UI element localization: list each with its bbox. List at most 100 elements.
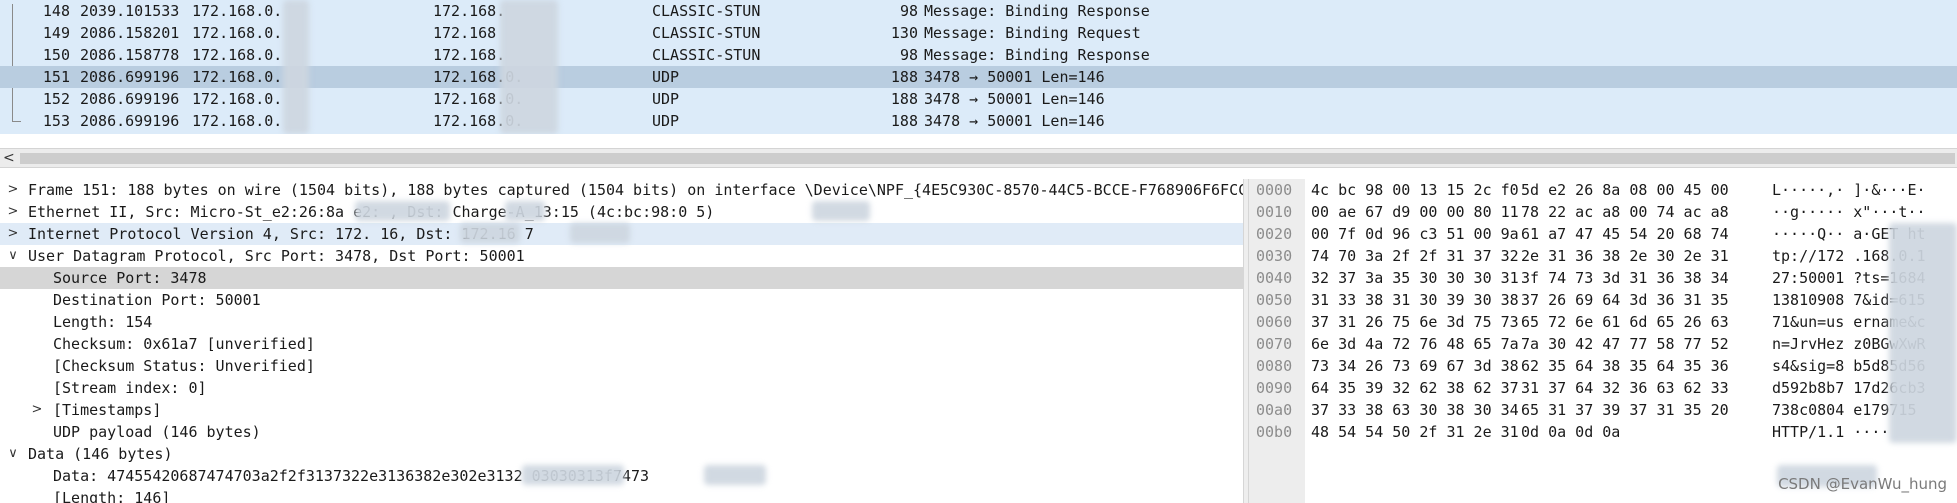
hex-row[interactable]: 0000 4c bc 98 00 13 15 2c f0 5d e2 26 8a 0… [1249, 179, 1957, 201]
hex-row[interactable]: 0020 00 7f 0d 96 c3 51 00 9a 61 a7 47 45 5… [1249, 223, 1957, 245]
hex-row[interactable]: 0090 64 35 39 32 62 38 62 37 31 37 64 32 3… [1249, 377, 1957, 399]
packet-details-pane: > Frame 151: 188 bytes on wire (1504 bits… [0, 179, 1243, 503]
hex-row[interactable]: 00a0 37 33 38 63 30 38 30 34 65 31 37 39 3… [1249, 399, 1957, 421]
packet-time: 2039.101533 [80, 2, 180, 20]
expand-toggle-icon[interactable]: > [6, 179, 20, 201]
detail-text: [Timestamps] [53, 401, 162, 419]
expand-toggle-icon[interactable]: > [30, 399, 44, 421]
packet-number: 153 [42, 112, 70, 130]
packet-time: 2086.699196 [80, 90, 180, 108]
hex-bytes-left: 31 33 38 31 30 39 30 38 [1311, 291, 1519, 309]
detail-text: UDP payload (146 bytes) [53, 423, 261, 441]
detail-text: Checksum: 0x61a7 [unverified] [53, 335, 315, 353]
packet-number: 148 [42, 2, 70, 20]
detail-row[interactable]: Checksum: 0x61a7 [unverified] [0, 333, 1243, 355]
hex-bytes-left: 00 ae 67 d9 00 00 80 11 [1311, 203, 1519, 221]
packet-info: 3478 → 50001 Len=146 [924, 112, 1105, 130]
hex-offset: 0090 [1256, 379, 1293, 397]
detail-row[interactable]: Length: 154 [0, 311, 1243, 333]
redaction-blur [500, 0, 558, 134]
detail-row[interactable]: ∨ User Datagram Protocol, Src Port: 3478,… [0, 245, 1243, 267]
expand-toggle-icon[interactable]: ∨ [6, 245, 20, 267]
packet-bytes-pane: 0000 4c bc 98 00 13 15 2c f0 5d e2 26 8a 0… [1249, 179, 1957, 503]
hex-bytes-right: 7a 30 42 47 77 58 77 52 [1521, 335, 1729, 353]
hex-row[interactable]: 00b0 48 54 54 50 2f 31 2e 31 0d 0a 0d 0a HT… [1249, 421, 1957, 443]
hex-bytes-right: 65 31 37 39 37 31 35 20 [1521, 401, 1729, 419]
hex-offset: 0030 [1256, 247, 1293, 265]
hex-row[interactable]: 0080 73 34 26 73 69 67 3d 38 62 35 64 38 3… [1249, 355, 1957, 377]
hex-bytes-left: 74 70 3a 2f 2f 31 37 32 [1311, 247, 1519, 265]
detail-text: Data (146 bytes) [28, 445, 173, 463]
detail-row[interactable]: > Frame 151: 188 bytes on wire (1504 bits… [0, 179, 1243, 201]
expand-toggle-icon[interactable]: ∨ [6, 443, 20, 465]
scrollbar-thumb[interactable] [20, 153, 1955, 164]
packet-protocol: CLASSIC-STUN [652, 24, 761, 42]
hex-row[interactable]: 0040 32 37 3a 35 30 30 30 31 3f 74 73 3d 3… [1249, 267, 1957, 289]
packet-protocol: UDP [652, 112, 680, 130]
packet-number: 151 [42, 68, 70, 86]
hex-bytes-right: 61 a7 47 45 54 20 68 74 [1521, 225, 1729, 243]
detail-text: User Datagram Protocol, Src Port: 3478, … [28, 247, 525, 265]
hex-row[interactable]: 0010 00 ae 67 d9 00 00 80 11 78 22 ac a8 0… [1249, 201, 1957, 223]
packet-time: 2086.699196 [80, 68, 180, 86]
watermark: CSDN @EvanWu_hung [1778, 475, 1947, 493]
packet-number: 149 [42, 24, 70, 42]
redaction-blur [704, 465, 766, 485]
detail-text: Length: 154 [53, 313, 153, 331]
detail-row[interactable]: Destination Port: 50001 [0, 289, 1243, 311]
packet-time: 2086.158201 [80, 24, 180, 42]
hex-offset: 00a0 [1256, 401, 1293, 419]
detail-row[interactable]: Source Port: 3478 [0, 267, 1243, 289]
hex-offset: 00b0 [1256, 423, 1293, 441]
hex-offset: 0050 [1256, 291, 1293, 309]
hex-bytes-left: 32 37 3a 35 30 30 30 31 [1311, 269, 1519, 287]
detail-text: Destination Port: 50001 [53, 291, 261, 309]
packet-destination: 172.168 [433, 24, 497, 42]
packet-info: Message: Binding Response [924, 46, 1150, 64]
packet-info: Message: Binding Response [924, 2, 1150, 20]
packet-source: 172.168.0. [192, 112, 283, 130]
redaction-blur [1889, 223, 1957, 443]
hex-offset: 0000 [1256, 181, 1293, 199]
packet-info: 3478 → 50001 Len=146 [924, 90, 1105, 108]
hex-row[interactable]: 0030 74 70 3a 2f 2f 31 37 32 2e 31 36 38 2… [1249, 245, 1957, 267]
redaction-blur [522, 465, 624, 485]
packet-source: 172.168.0. [192, 90, 283, 108]
detail-row[interactable]: [Stream index: 0] [0, 377, 1243, 399]
hex-offset: 0040 [1256, 269, 1293, 287]
redaction-blur [355, 201, 450, 221]
detail-row[interactable]: [Length: 146] [0, 487, 1243, 503]
hex-ascii: HTTP/1.1 ···· [1772, 423, 1890, 441]
detail-row[interactable]: ∨ Data (146 bytes) [0, 443, 1243, 465]
packet-protocol: UDP [652, 68, 680, 86]
hex-row[interactable]: 0060 37 31 26 75 6e 3d 75 73 65 72 6e 61 6… [1249, 311, 1957, 333]
hex-ascii: L·····,· ]·&···E· [1772, 181, 1926, 199]
detail-text: [Stream index: 0] [53, 379, 207, 397]
horizontal-scrollbar[interactable]: < [0, 148, 1957, 168]
hex-row[interactable]: 0050 31 33 38 31 30 39 30 38 37 26 69 64 3… [1249, 289, 1957, 311]
packet-length: 188 [890, 90, 918, 108]
hex-offset: 0010 [1256, 203, 1293, 221]
packet-length: 188 [890, 112, 918, 130]
hex-bytes-right: 5d e2 26 8a 08 00 45 00 [1521, 181, 1729, 199]
hex-bytes-right: 62 35 64 38 35 64 35 36 [1521, 357, 1729, 375]
redaction-blur [505, 201, 545, 221]
detail-row[interactable]: >Ethernet II, Src: Micro-St_e2:26:8a e2:… [0, 201, 1243, 223]
packet-length: 98 [899, 2, 918, 20]
hex-row[interactable]: 0070 6e 3d 4a 72 76 48 65 7a 7a 30 42 47 7… [1249, 333, 1957, 355]
redaction-blur [460, 223, 520, 243]
detail-row[interactable]: [Checksum Status: Unverified] [0, 355, 1243, 377]
hex-bytes-right: 3f 74 73 3d 31 36 38 34 [1521, 269, 1729, 287]
packet-source: 172.168.0. [192, 68, 283, 86]
hex-offset: 0060 [1256, 313, 1293, 331]
hex-bytes-left: 73 34 26 73 69 67 3d 38 [1311, 357, 1519, 375]
scroll-left-arrow-icon[interactable]: < [3, 148, 15, 168]
detail-row[interactable]: UDP payload (146 bytes) [0, 421, 1243, 443]
expand-toggle-icon[interactable]: > [6, 201, 20, 223]
detail-text: Frame 151: 188 bytes on wire (1504 bits)… [28, 181, 1243, 199]
packet-destination: 172.168. [433, 46, 506, 64]
hex-bytes-left: 4c bc 98 00 13 15 2c f0 [1311, 181, 1519, 199]
expand-toggle-icon[interactable]: > [6, 223, 20, 245]
hex-bytes-left: 37 33 38 63 30 38 30 34 [1311, 401, 1519, 419]
detail-row[interactable]: > [Timestamps] [0, 399, 1243, 421]
